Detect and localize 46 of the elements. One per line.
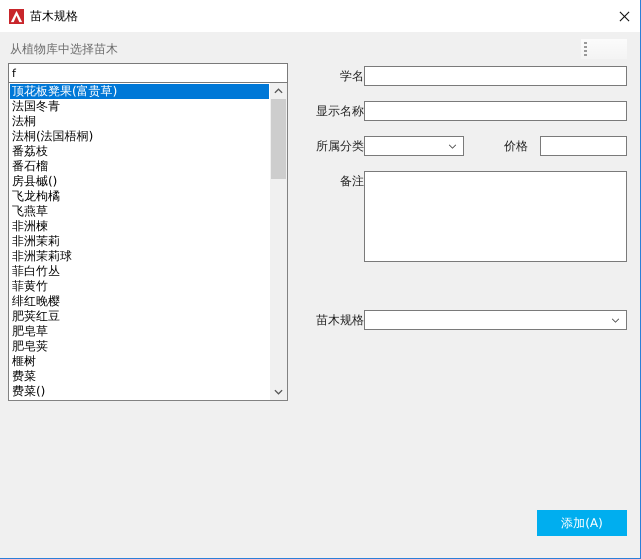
plant-list-item[interactable]: 番荔枝 [10,144,269,159]
dropdown[interactable] [364,310,627,330]
plant-list-item[interactable]: 菲黄竹 [10,279,269,294]
field-label: 所属分类 [315,138,364,154]
app-logo-icon [9,8,24,24]
plant-list-item[interactable]: 费菜 [10,369,269,384]
plant-list-item[interactable]: 非洲楝 [10,219,269,234]
window-title: 苗木规格 [30,8,78,24]
scrollbar[interactable] [270,83,287,400]
field-label: 价格 [504,138,529,154]
notes-field[interactable] [364,171,627,262]
plant-list-item[interactable]: 肥荚红豆 [10,309,269,324]
scroll-down-icon[interactable] [274,389,283,395]
plant-list-item[interactable]: 法桐 [10,114,269,129]
plant-list-item[interactable]: 飞龙枸橘 [10,189,269,204]
field-label: 显示名称 [315,102,364,120]
search-field[interactable]: f [8,63,288,83]
plant-list-item[interactable]: 肥皂荚 [10,339,269,354]
text-field[interactable] [364,66,627,86]
library-heading: 从植物库中选择苗木 [9,40,118,58]
plant-list-item[interactable]: 非洲茉莉 [10,234,269,249]
plant-list-item[interactable]: 顶花板凳果(富贵草) [10,84,269,99]
chevron-icon [448,144,457,148]
plant-list-item[interactable]: 绯红晚樱 [10,294,269,309]
plant-list-item[interactable]: 菲白竹丛 [10,264,269,279]
grip-panel[interactable] [581,39,627,59]
grip-icon[interactable] [584,42,587,56]
field-label: 苗木规格 [315,312,364,328]
dropdown[interactable] [364,136,464,156]
text-field[interactable] [364,101,627,121]
plant-list-item[interactable]: 非洲茉莉球 [10,249,269,264]
plant-list-item[interactable]: 肥皂草 [10,324,269,339]
scrollbar-thumb[interactable] [271,99,286,179]
chevron-icon [611,318,620,322]
close-icon[interactable] [619,10,630,22]
plant-list-item[interactable]: 法国冬青 [10,99,269,114]
plant-list-item[interactable]: 费菜() [10,384,269,399]
plant-list-item[interactable]: 法桐(法国梧桐) [10,129,269,144]
plant-list-item[interactable]: 榧树 [10,354,269,369]
field-label: 学名 [339,68,364,84]
price-field[interactable] [540,136,627,156]
field-label: 备注 [339,173,364,190]
plant-list-item[interactable]: 番石榴 [10,159,269,174]
scroll-up-icon[interactable] [274,88,283,94]
plant-list-item[interactable]: 飞燕草 [10,204,269,219]
plant-list-item[interactable]: 房县槭() [10,174,269,189]
